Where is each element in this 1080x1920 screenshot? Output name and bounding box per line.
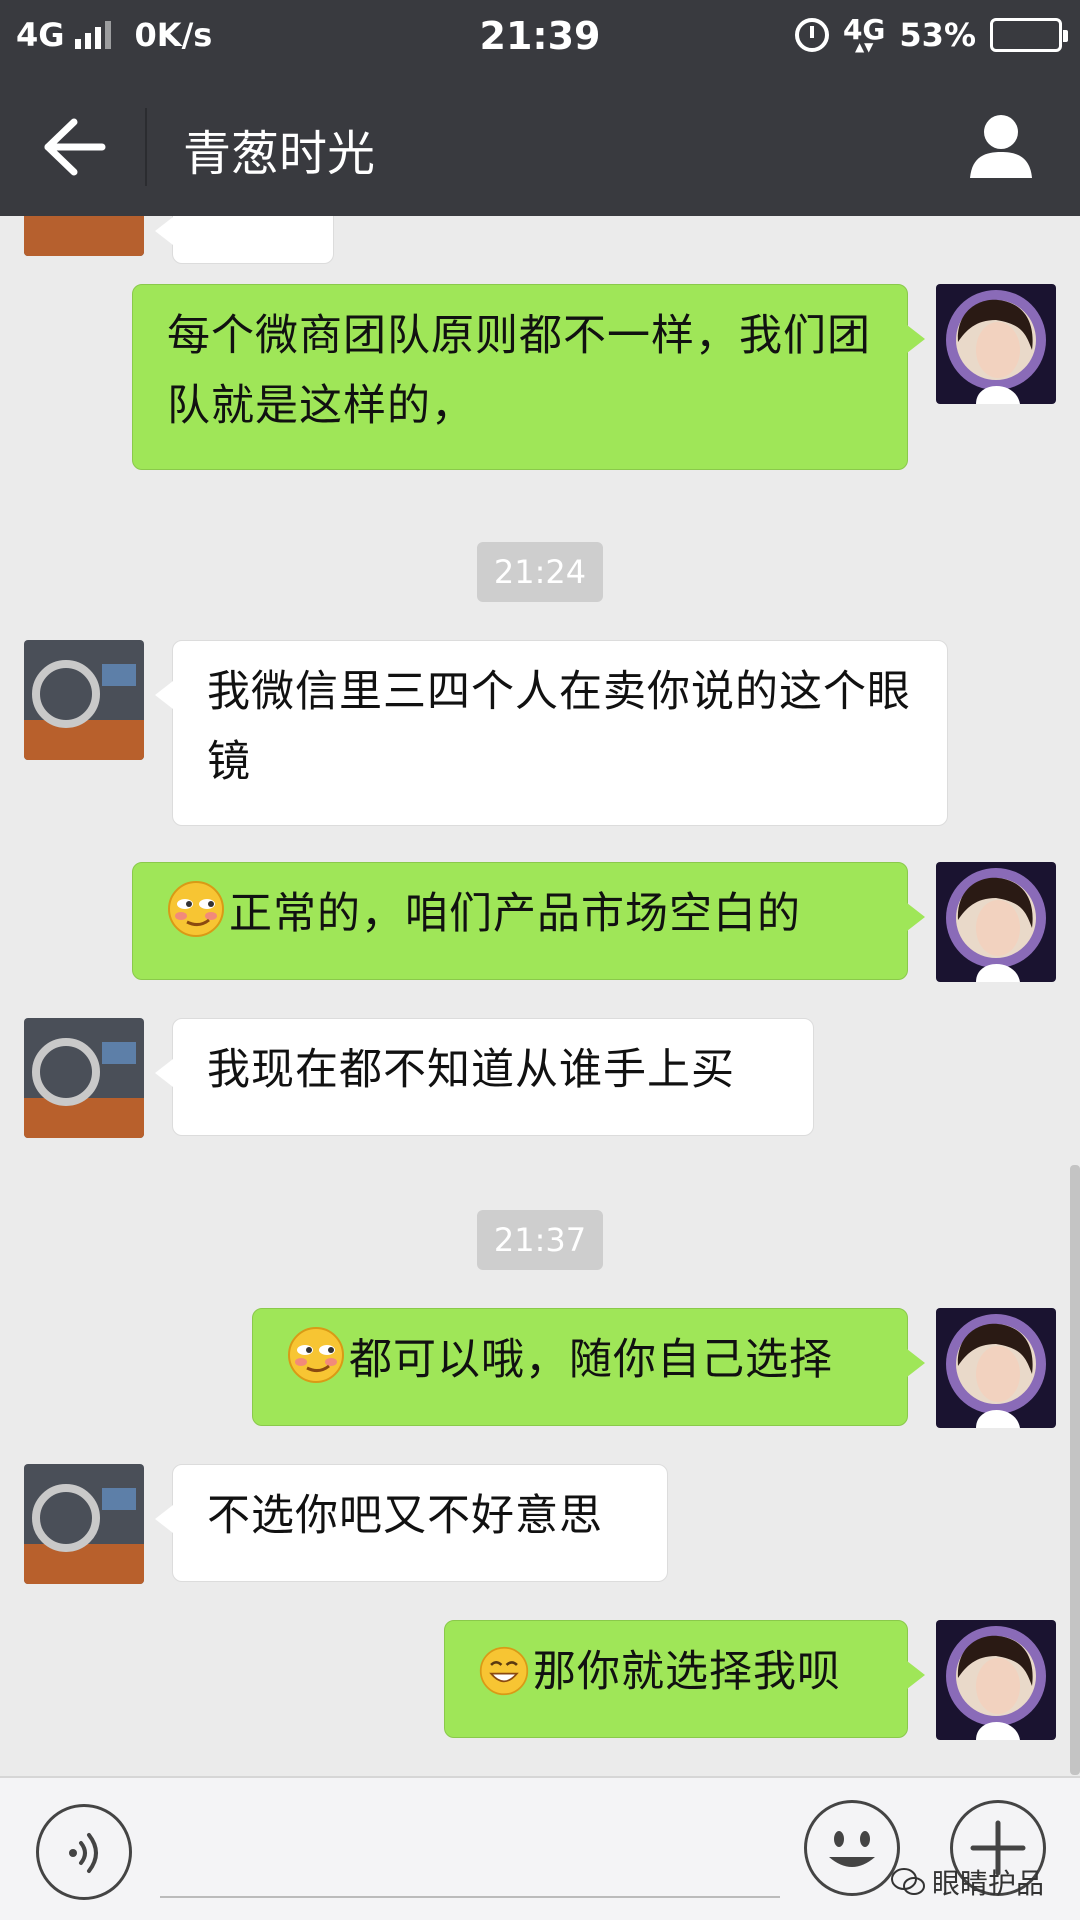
mobile-data-indicator: 4G ▲▼ xyxy=(842,13,886,54)
message-text: 不选你吧又不好意思 xyxy=(207,1491,603,1541)
timestamp: 21:24 xyxy=(477,542,603,602)
contact-avatar[interactable] xyxy=(24,640,144,760)
smirk-emoji-icon xyxy=(288,1327,344,1383)
my-avatar[interactable] xyxy=(936,284,1056,404)
status-bar: 4G 0K/s 21:39 4G ▲▼ 53% xyxy=(0,0,1080,78)
chat-header: 青葱时光 xyxy=(0,78,1080,216)
message-input[interactable] xyxy=(160,1896,780,1898)
my-avatar[interactable] xyxy=(936,862,1056,982)
message-text: 那你就选择我呗 xyxy=(533,1647,841,1697)
voice-button[interactable] xyxy=(36,1804,132,1900)
contact-avatar[interactable] xyxy=(24,216,144,256)
battery-percent: 53% xyxy=(899,16,976,54)
arrow-left-icon xyxy=(44,118,106,176)
back-button[interactable] xyxy=(40,116,110,178)
smirk-emoji-icon xyxy=(168,881,224,937)
message-text: 正常的，咱们产品市场空白的 xyxy=(229,889,801,939)
message-text: 每个微商团队原则都不一样，我们团队就是这样的， xyxy=(167,311,871,431)
watermark: 眼睛护品 xyxy=(890,1862,1044,1902)
message-bubble-outgoing[interactable]: 正常的，咱们产品市场空白的 xyxy=(132,862,925,980)
header-divider xyxy=(145,108,147,186)
watermark-text: 眼睛护品 xyxy=(931,1867,1044,1900)
voice-icon xyxy=(69,1833,98,1873)
message-bubble-incoming[interactable] xyxy=(155,216,334,264)
message-bubble-outgoing[interactable]: 都可以哦，随你自己选择 xyxy=(252,1308,925,1426)
message-bubble-incoming[interactable]: 我微信里三四个人在卖你说的这个眼镜 xyxy=(155,640,948,826)
message-bubble-outgoing[interactable]: 那你就选择我呗 xyxy=(444,1620,925,1738)
my-avatar[interactable] xyxy=(936,1620,1056,1740)
message-bubble-incoming[interactable]: 不选你吧又不好意思 xyxy=(155,1464,668,1582)
contact-avatar[interactable] xyxy=(24,1018,144,1138)
status-right: 4G ▲▼ 53% xyxy=(794,13,1068,54)
smiley-icon xyxy=(829,1831,875,1867)
message-text: 我微信里三四个人在卖你说的这个眼镜 xyxy=(207,667,911,787)
person-icon xyxy=(970,115,1032,178)
wechat-logo-icon xyxy=(890,1868,925,1895)
alarm-icon xyxy=(794,18,829,52)
chat-info-button[interactable] xyxy=(968,112,1034,182)
message-bubble-incoming[interactable]: 我现在都不知道从谁手上买 xyxy=(155,1018,814,1136)
input-bar: 眼睛护品 xyxy=(0,1776,1080,1920)
data-arrows-icon: ▲▼ xyxy=(854,40,874,54)
message-text: 我现在都不知道从谁手上买 xyxy=(207,1045,735,1095)
message-text: 都可以哦，随你自己选择 xyxy=(349,1335,833,1385)
chat-scrollbar[interactable] xyxy=(1070,1165,1080,1775)
emoji-button[interactable] xyxy=(804,1800,900,1896)
message-bubble-outgoing[interactable]: 每个微商团队原则都不一样，我们团队就是这样的， xyxy=(132,284,925,470)
contact-avatar[interactable] xyxy=(24,1464,144,1584)
timestamp: 21:37 xyxy=(477,1210,603,1270)
grin-emoji-icon xyxy=(479,1646,529,1696)
battery-icon xyxy=(990,18,1068,52)
my-avatar[interactable] xyxy=(936,1308,1056,1428)
message-list[interactable]: 每个微商团队原则都不一样，我们团队就是这样的， 21:24 我微信里三四个人在卖… xyxy=(0,216,1080,1776)
chat-title: 青葱时光 xyxy=(183,126,376,182)
